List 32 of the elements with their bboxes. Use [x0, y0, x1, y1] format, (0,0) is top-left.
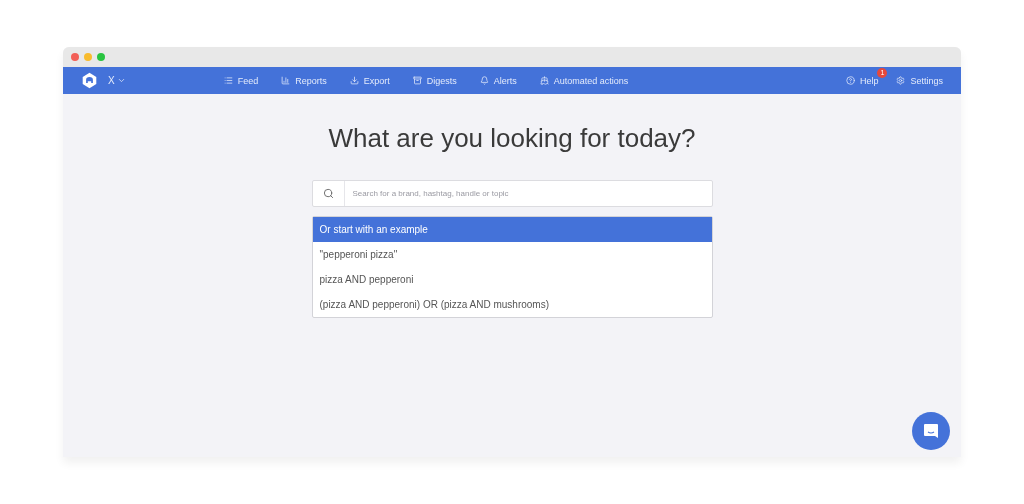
nav-link[interactable]: Feed: [223, 75, 259, 86]
bar-chart-icon: [281, 76, 291, 85]
chat-icon: [923, 423, 939, 439]
chat-button[interactable]: [912, 412, 950, 450]
search-bar[interactable]: Search for a brand, hashtag, handle or topic: [311, 180, 713, 207]
list-icon: [223, 76, 233, 85]
logo-icon[interactable]: [81, 72, 98, 89]
nav-link[interactable]: Help: [845, 75, 879, 86]
ship-icon: [539, 76, 549, 85]
nav-link[interactable]: Export: [349, 75, 390, 86]
page-heading: What are you looking for today?: [328, 123, 696, 154]
nav-link[interactable]: Settings: [896, 75, 943, 86]
maximize-icon[interactable]: [97, 53, 105, 61]
archive-icon: [412, 76, 422, 85]
nav-link[interactable]: Automated actions: [539, 75, 629, 86]
example-item[interactable]: (pizza AND pepperoni) OR (pizza AND mushrooms): [312, 292, 712, 317]
example-item[interactable]: pizza AND pepperoni: [312, 267, 712, 292]
search-icon: [322, 188, 334, 199]
nav-link[interactable]: Alerts: [479, 75, 517, 86]
nav-link[interactable]: Digests: [412, 75, 457, 86]
dropdown-header: Or start with an example: [312, 217, 712, 242]
help-icon: [845, 76, 855, 85]
example-item[interactable]: "pepperoni pizza": [312, 242, 712, 267]
bell-icon: [479, 76, 489, 85]
settings-icon: [896, 76, 906, 85]
download-icon: [349, 76, 359, 85]
account-switcher[interactable]: X: [108, 75, 126, 86]
chevron-icon: [116, 76, 126, 85]
minimize-icon[interactable]: [84, 53, 92, 61]
close-icon[interactable]: [71, 53, 79, 61]
search-input[interactable]: Search for a brand, hashtag, handle or topic: [344, 181, 712, 206]
nav-link[interactable]: Reports: [281, 75, 327, 86]
